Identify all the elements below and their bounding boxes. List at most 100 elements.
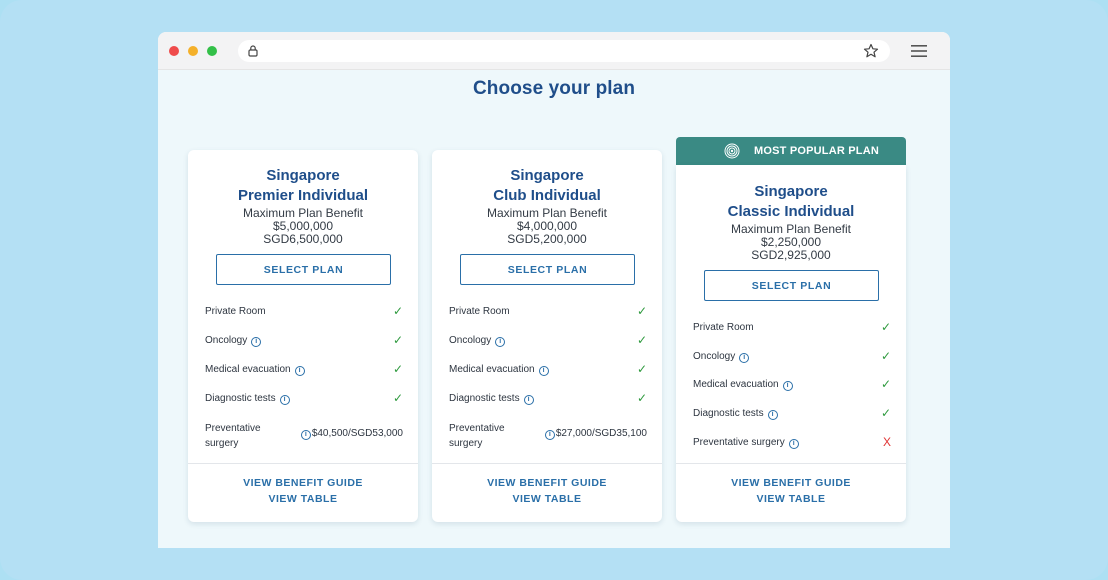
check-icon: ✓	[392, 362, 403, 376]
check-icon: ✓	[636, 304, 647, 318]
preventative-price-wrap: i $40,500/SGD53,000	[300, 428, 403, 440]
feature-preventative-surgery: Preventative surgery i $27,000/SGD35,100	[449, 421, 647, 449]
check-icon: ✓	[392, 333, 403, 347]
info-icon[interactable]: i	[251, 337, 262, 347]
info-icon[interactable]: i	[523, 395, 534, 405]
plan-name: Singapore Classic Individual	[676, 182, 906, 222]
info-icon[interactable]: i	[279, 395, 290, 405]
plan-name-line1: Singapore	[510, 167, 584, 184]
feature-label-wrap: Diagnostic tests i	[693, 408, 778, 420]
info-icon[interactable]: i	[495, 337, 506, 347]
feature-preventative-surgery: Preventative surgery i $40,500/SGD53,000	[205, 421, 403, 449]
plan-card-premier: Singapore Premier Individual Maximum Pla…	[188, 150, 418, 522]
screenshot-frame: Choose your plan Singapore Premier Indiv…	[0, 0, 1108, 580]
view-table-link[interactable]: VIEW TABLE	[432, 493, 662, 505]
select-plan-button[interactable]: SELECT PLAN	[704, 270, 879, 301]
feature-label: Diagnostic tests	[693, 408, 764, 419]
badge-label: MOST POPULAR PLAN	[754, 145, 880, 157]
feature-label: Preventative surgery	[693, 437, 785, 448]
info-icon[interactable]: i	[300, 430, 311, 440]
feature-label: Medical evacuation	[205, 364, 291, 375]
feature-label-line2: surgery	[205, 438, 239, 449]
plan-name-line1: Singapore	[754, 183, 828, 200]
check-icon: ✓	[392, 304, 403, 318]
feature-label: Private Room	[205, 306, 266, 317]
feature-label: Oncology	[205, 335, 248, 346]
lock-icon	[248, 45, 258, 57]
view-table-link[interactable]: VIEW TABLE	[188, 493, 418, 505]
feature-label-wrap: Preventative surgery	[449, 421, 505, 451]
divider	[188, 463, 418, 464]
feature-label: Oncology	[693, 351, 736, 362]
check-icon: ✓	[880, 349, 891, 363]
spiral-icon	[724, 143, 740, 159]
plan-benefit: Maximum Plan Benefit $2,250,000 SGD2,925…	[676, 223, 906, 262]
plan-benefit: Maximum Plan Benefit $5,000,000 SGD6,500…	[188, 207, 418, 246]
check-icon: ✓	[636, 391, 647, 405]
feature-label-wrap: Medical evacuation i	[449, 364, 549, 376]
benefit-sgd: SGD6,500,000	[263, 232, 343, 246]
feature-label-wrap: Diagnostic tests i	[205, 393, 290, 405]
feature-label-wrap: Oncology i	[205, 335, 262, 347]
feature-label: Diagnostic tests	[205, 393, 276, 404]
star-icon[interactable]	[862, 42, 880, 60]
view-table-link[interactable]: VIEW TABLE	[676, 493, 906, 505]
feature-label: Private Room	[693, 322, 754, 333]
browser-toolbar	[158, 32, 950, 70]
plan-name-line2: Club Individual	[493, 187, 601, 204]
feature-label-wrap: Preventative surgery i	[693, 437, 799, 449]
maximize-window-button[interactable]	[207, 46, 217, 56]
info-icon[interactable]: i	[294, 366, 305, 376]
info-icon[interactable]: i	[782, 381, 793, 391]
view-benefit-guide-link[interactable]: VIEW BENEFIT GUIDE	[432, 477, 662, 489]
feature-label: Diagnostic tests	[449, 393, 520, 404]
view-benefit-guide-link[interactable]: VIEW BENEFIT GUIDE	[188, 477, 418, 489]
plan-selection-page: Choose your plan Singapore Premier Indiv…	[158, 70, 950, 548]
feature-label-wrap: Oncology i	[449, 335, 506, 347]
select-plan-button[interactable]: SELECT PLAN	[216, 254, 391, 285]
info-icon[interactable]: i	[538, 366, 549, 376]
address-bar[interactable]	[238, 40, 890, 62]
plan-name: Singapore Premier Individual	[188, 166, 418, 206]
check-icon: ✓	[392, 391, 403, 405]
page-title: Choose your plan	[472, 78, 636, 99]
feature-label-wrap: Medical evacuation i	[205, 364, 305, 376]
divider	[432, 463, 662, 464]
feature-label: Medical evacuation	[693, 379, 779, 390]
divider	[676, 463, 906, 464]
preventative-price-wrap: i $27,000/SGD35,100	[544, 428, 647, 440]
hamburger-menu-icon[interactable]	[910, 44, 928, 58]
preventative-price: $40,500/SGD53,000	[311, 428, 403, 439]
plan-card-club: Singapore Club Individual Maximum Plan B…	[432, 150, 662, 522]
info-icon[interactable]: i	[739, 353, 750, 363]
feature-label-wrap: Oncology i	[693, 351, 750, 363]
plan-name: Singapore Club Individual	[432, 166, 662, 206]
feature-label-wrap: Preventative surgery	[205, 421, 261, 451]
plan-name-line1: Singapore	[266, 167, 340, 184]
plan-name-line2: Premier Individual	[237, 187, 369, 204]
select-plan-button[interactable]: SELECT PLAN	[460, 254, 635, 285]
info-icon[interactable]: i	[788, 439, 799, 449]
benefit-sgd: SGD2,925,000	[751, 248, 831, 262]
check-icon: ✓	[880, 377, 891, 391]
plan-card-classic: Singapore Classic Individual Maximum Pla…	[676, 165, 906, 522]
plan-name-line2: Classic Individual	[727, 203, 855, 220]
view-benefit-guide-link[interactable]: VIEW BENEFIT GUIDE	[676, 477, 906, 489]
benefit-sgd: SGD5,200,000	[507, 232, 587, 246]
preventative-price: $27,000/SGD35,100	[555, 428, 647, 439]
check-icon: ✓	[880, 406, 891, 420]
feature-label: Private Room	[449, 306, 510, 317]
browser-window: Choose your plan Singapore Premier Indiv…	[158, 32, 950, 548]
feature-label: Oncology	[449, 335, 492, 346]
feature-label-line1: Preventative	[449, 423, 505, 434]
feature-label-line2: surgery	[449, 438, 483, 449]
minimize-window-button[interactable]	[188, 46, 198, 56]
feature-label-line1: Preventative	[205, 423, 261, 434]
close-window-button[interactable]	[169, 46, 179, 56]
check-icon: ✓	[636, 362, 647, 376]
most-popular-badge: MOST POPULAR PLAN	[676, 137, 906, 165]
check-icon: ✓	[636, 333, 647, 347]
info-icon[interactable]: i	[767, 410, 778, 420]
cross-icon: X	[882, 435, 891, 449]
info-icon[interactable]: i	[544, 430, 555, 440]
